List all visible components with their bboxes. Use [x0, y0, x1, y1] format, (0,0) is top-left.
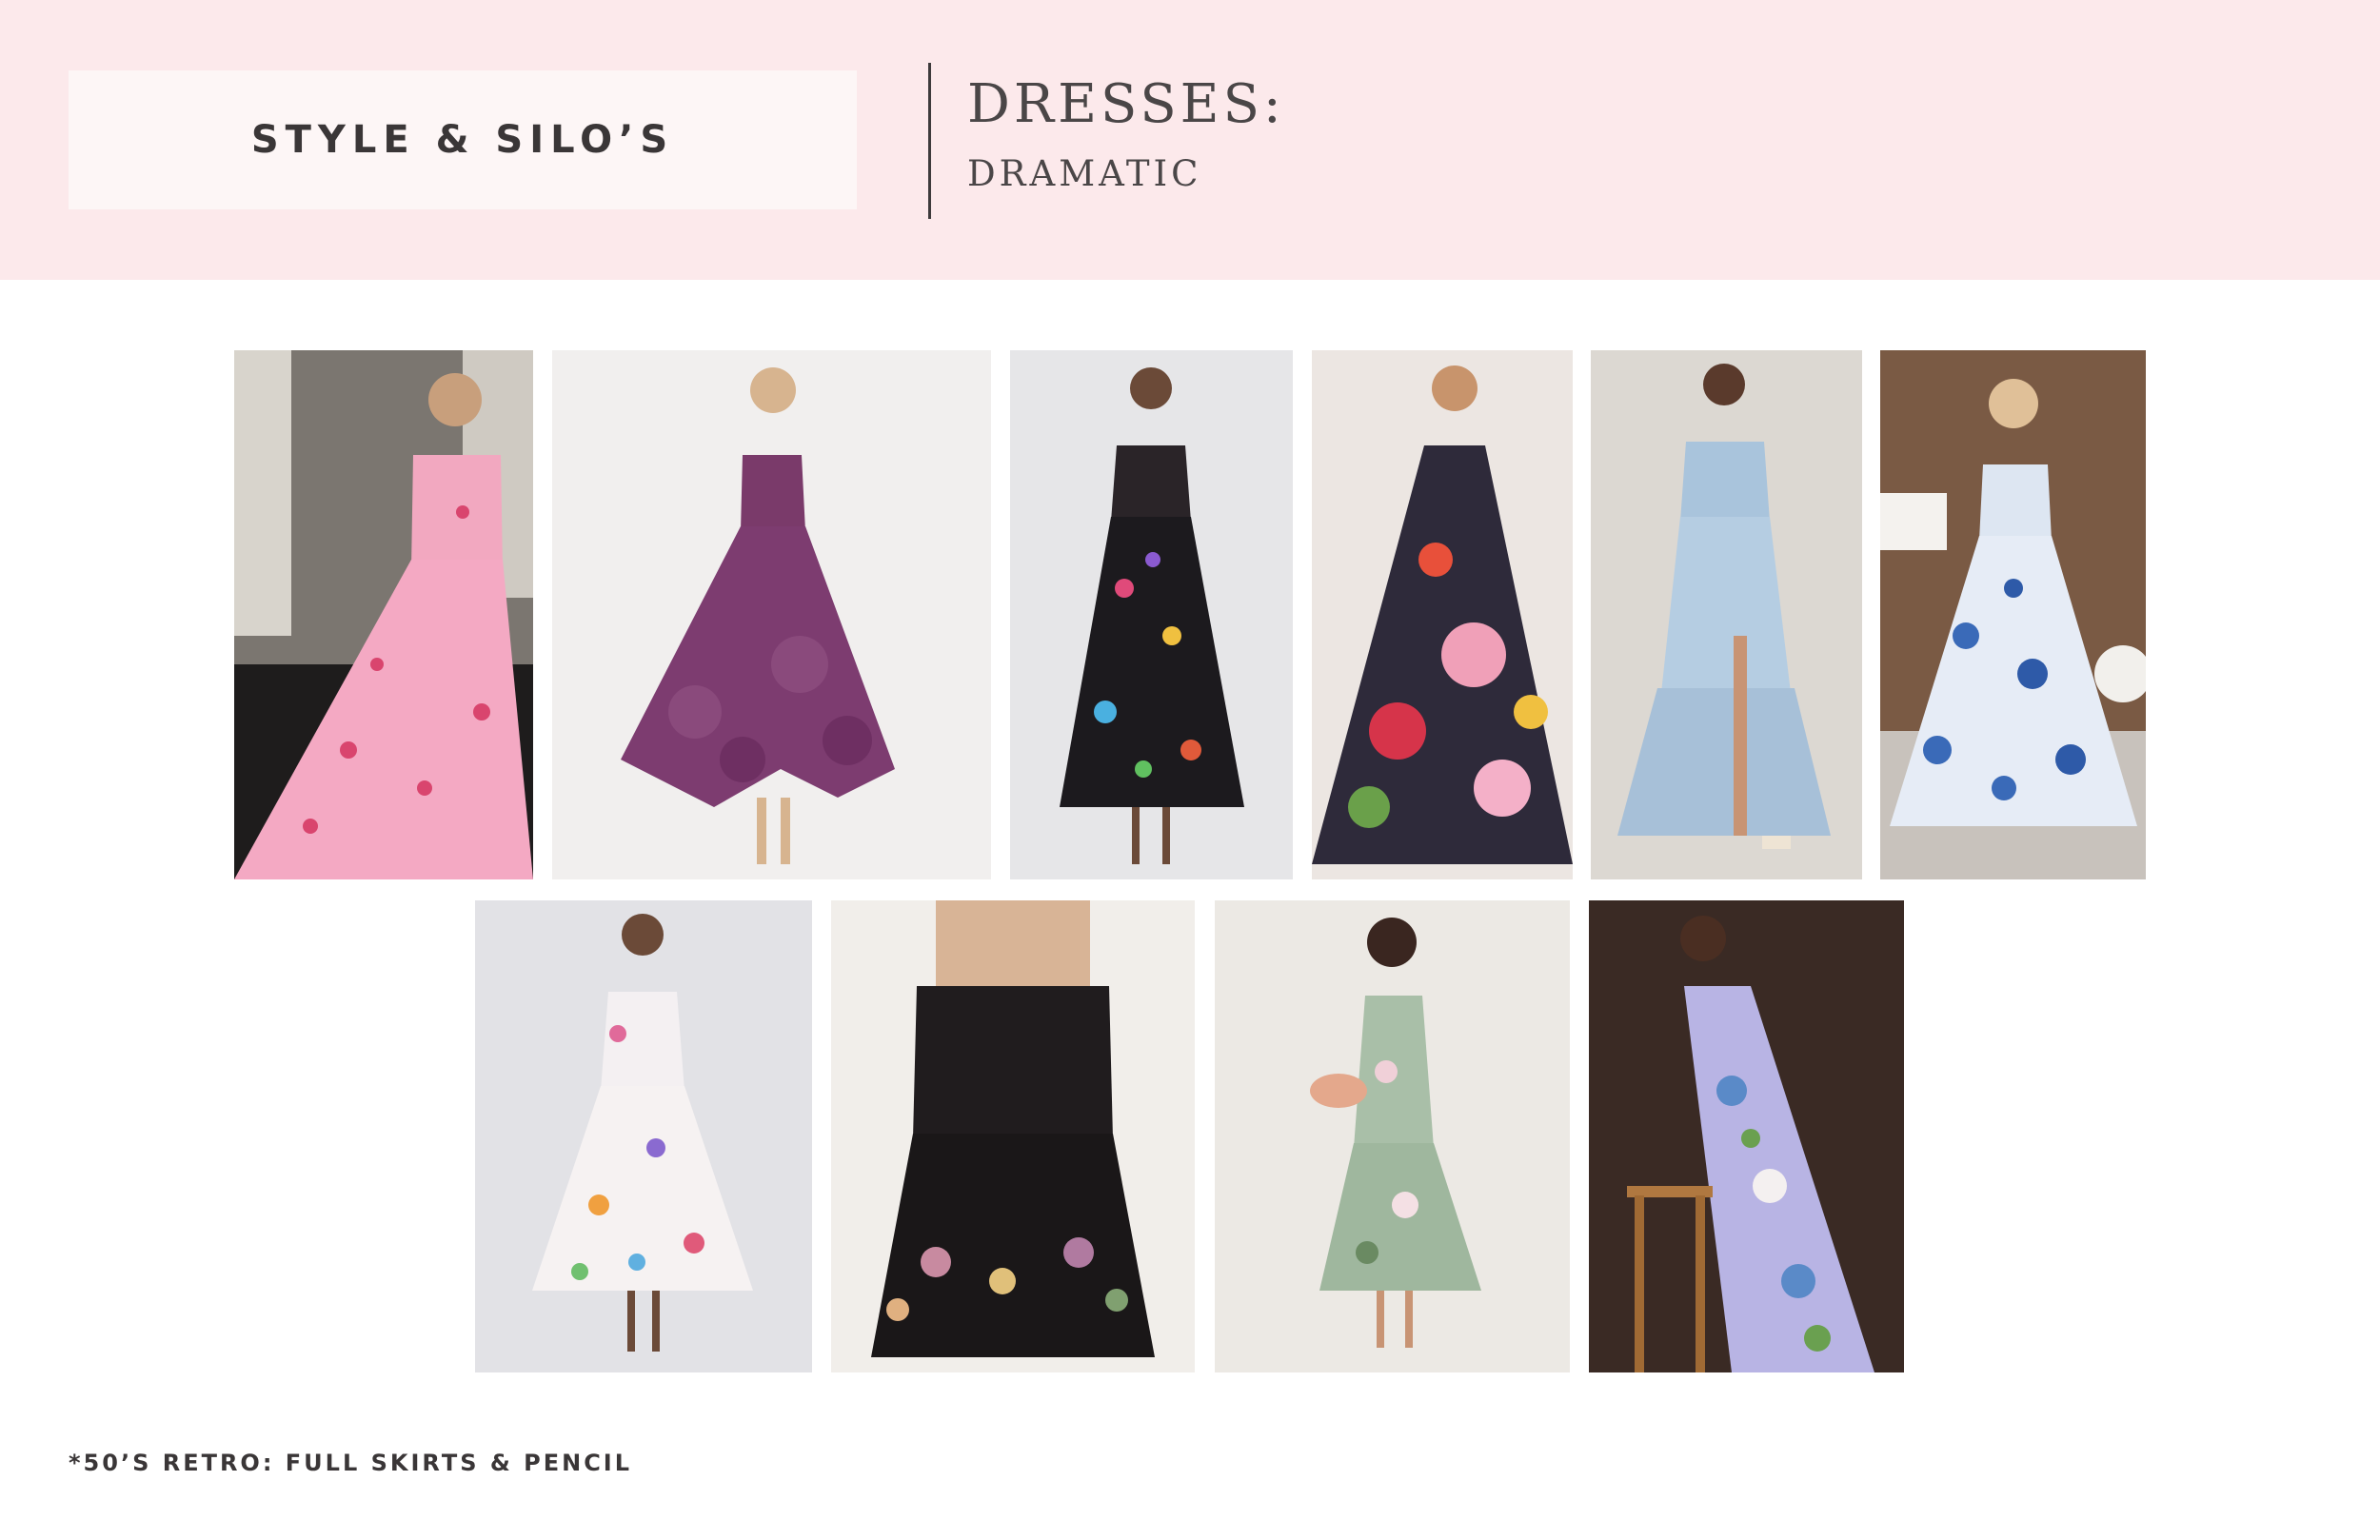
header-banner: STYLE & SILO’S DRESSES: DRAMATIC: [0, 0, 2380, 280]
brand-box: STYLE & SILO’S: [69, 70, 857, 209]
dress-photo-blue-white-print-gown: [1880, 350, 2146, 879]
footnote: *50’S RETRO: FULL SKIRTS & PENCIL: [69, 1450, 633, 1476]
dress-photo-blue-jacquard-tiered: [1591, 350, 1862, 879]
dress-photo-black-floral-bustier: [1010, 350, 1293, 879]
brand-name: STYLE & SILO’S: [250, 118, 675, 162]
dress-photo-purple-ruffle-gown: [552, 350, 991, 879]
dress-photo-bold-floral-maxi: [1312, 350, 1573, 879]
dress-photo-pink-floral-gown: [234, 350, 533, 879]
dress-photo-lavender-floral-slip: [1589, 900, 1904, 1372]
page-title: DRESSES:: [967, 73, 1285, 135]
header-divider: [928, 63, 931, 219]
dress-photo-black-corset-mini: [831, 900, 1195, 1372]
dress-photo-white-floral-midi: [475, 900, 812, 1372]
page-subtitle: DRAMATIC: [967, 153, 1202, 194]
dress-photo-sage-floral-midi: [1215, 900, 1570, 1372]
